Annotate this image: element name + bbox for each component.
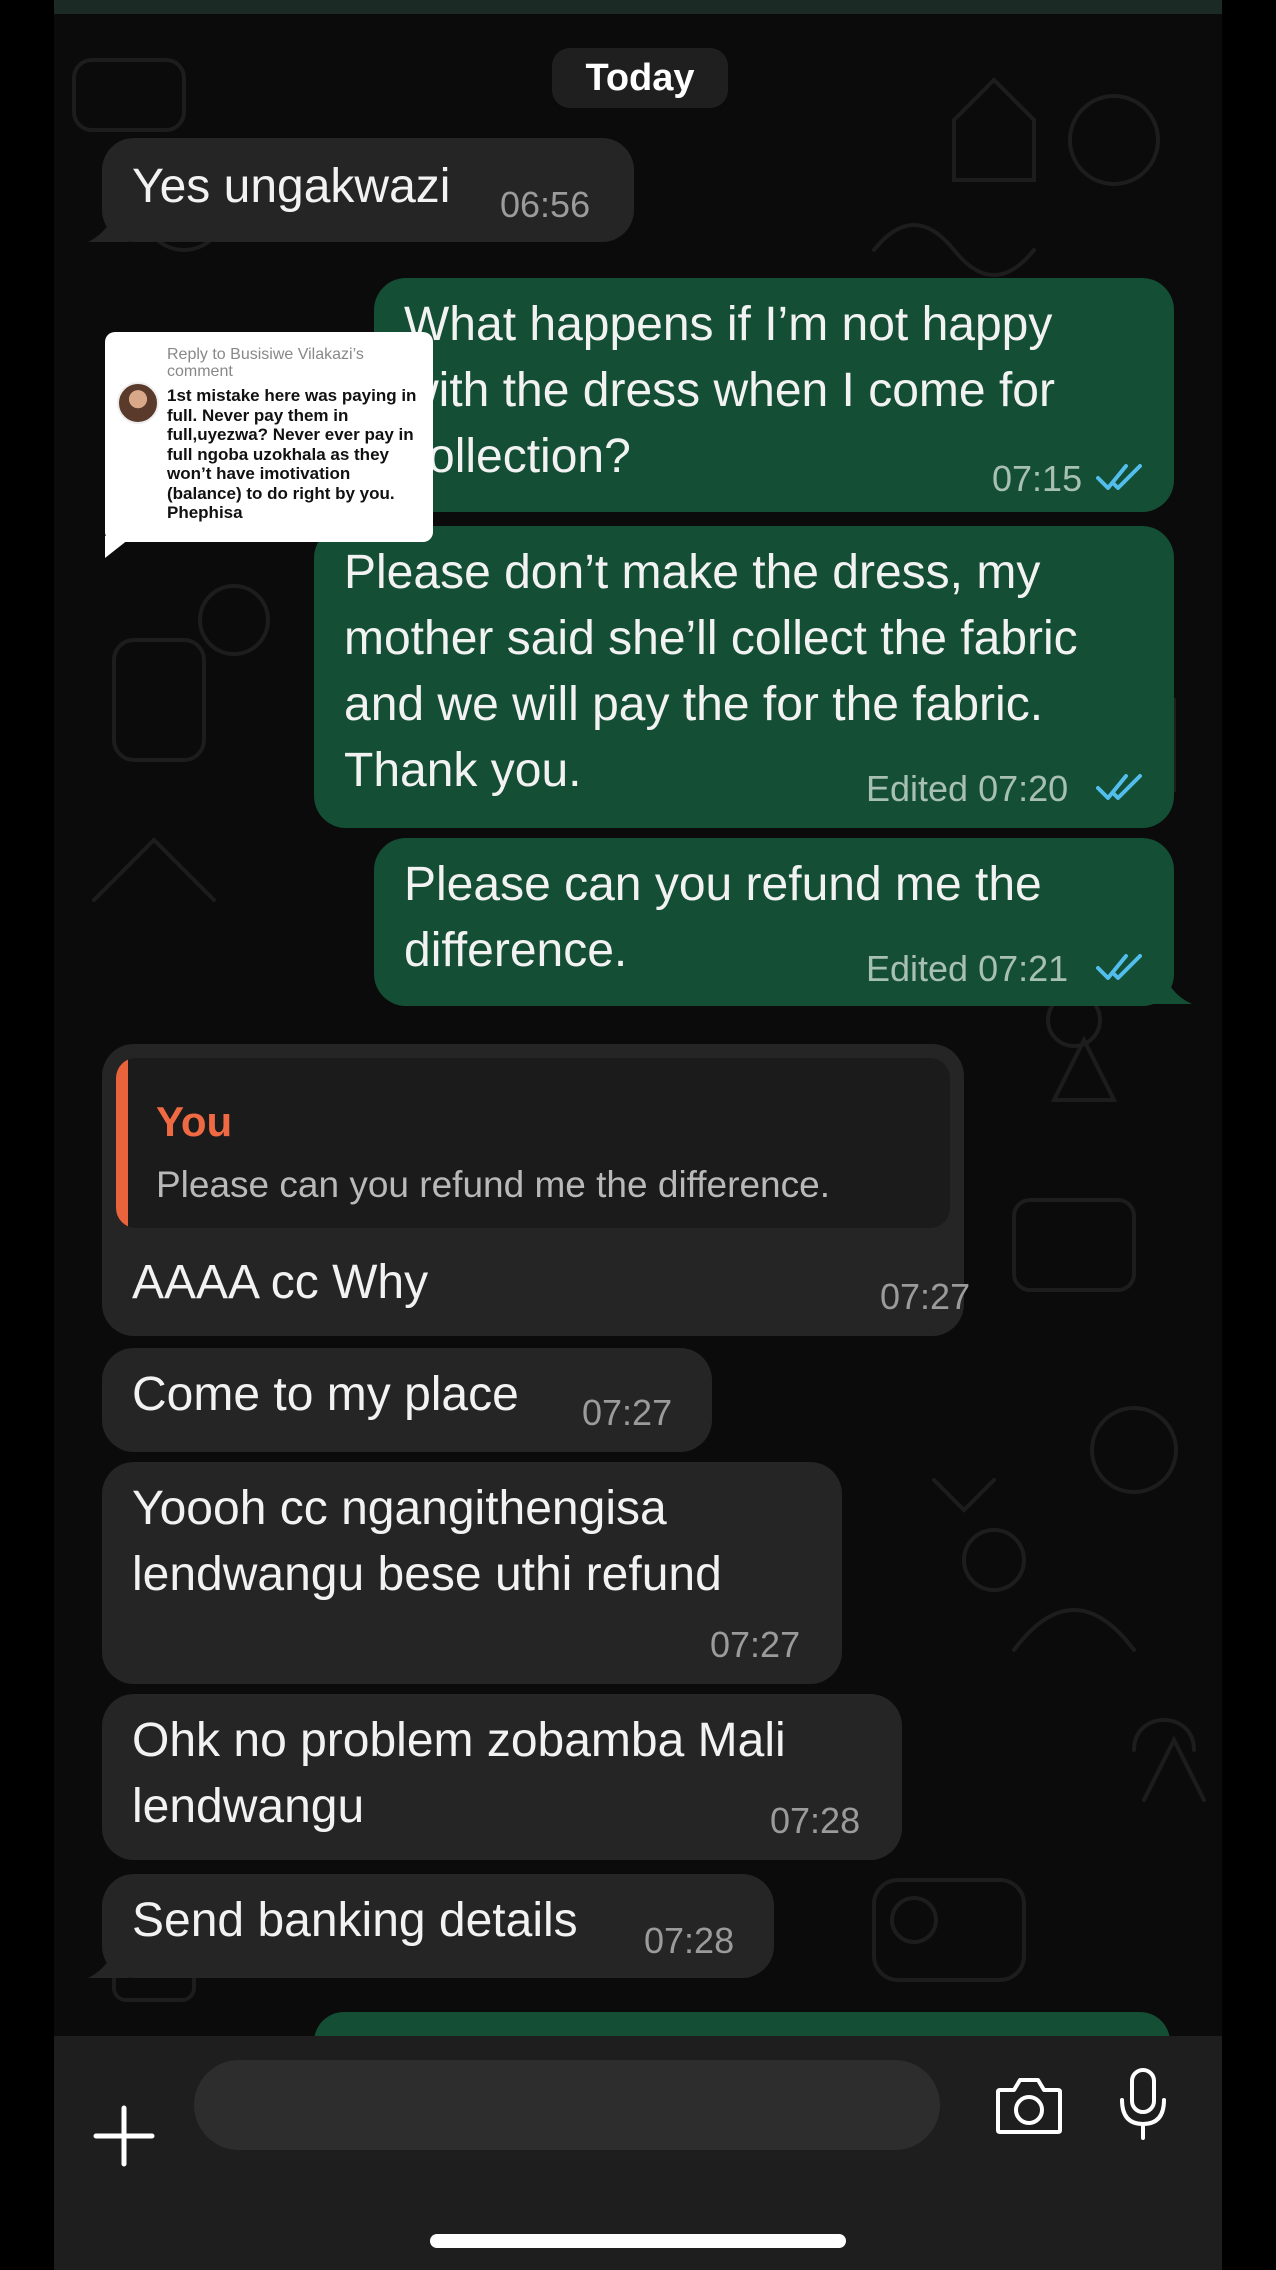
double-check-icon (1096, 954, 1142, 980)
message-time: 07:27 (880, 1276, 971, 1317)
plus-icon[interactable] (92, 2104, 156, 2168)
camera-icon[interactable] (994, 2074, 1064, 2136)
overlay-tail (105, 536, 133, 558)
date-separator: Today (552, 48, 728, 108)
message-input[interactable] (194, 2060, 940, 2150)
bubble-tail (1152, 966, 1192, 1004)
header-edge (54, 0, 1222, 14)
message-outgoing[interactable]: Please don’t make the dress, my mother s… (314, 526, 1174, 828)
message-time: 07:27 (710, 1624, 801, 1665)
bubble-tail (88, 204, 128, 242)
double-check-icon (1096, 464, 1142, 490)
message-time: 07:28 (770, 1800, 861, 1841)
reply-accent-bar (116, 1058, 128, 1228)
message-text: Come to my place (132, 1368, 519, 1421)
home-indicator[interactable] (430, 2234, 846, 2248)
message-outgoing[interactable]: What happens if I’m not happy with the d… (374, 278, 1174, 512)
message-incoming[interactable]: Come to my place 07:27 (102, 1348, 712, 1452)
message-time: Edited 07:20 (866, 768, 1069, 809)
tiktok-comment-overlay: Reply to Busisiwe Vilakazi’s comment 1st… (105, 332, 433, 542)
message-text: AAAA cc Why (132, 1256, 429, 1309)
message-text: Yoooh cc ngangithengisa lendwangu bese u… (132, 1482, 722, 1601)
message-incoming[interactable]: Yes ungakwazi 06:56 (102, 138, 634, 242)
reply-quote[interactable]: You Please can you refund me the differe… (116, 1058, 950, 1228)
double-check-icon (1096, 774, 1142, 800)
message-time: 07:28 (644, 1920, 735, 1961)
reply-author: You (156, 1098, 233, 1145)
microphone-icon[interactable] (1118, 2066, 1168, 2142)
message-text: Send banking details (132, 1894, 578, 1947)
overlay-header: Reply to Busisiwe Vilakazi’s comment (167, 346, 364, 380)
bubble-tail (88, 1940, 128, 1978)
message-text: Please don’t make the dress, my mother s… (344, 546, 1078, 797)
input-bar (54, 2036, 1222, 2270)
message-time: Edited 07:21 (866, 948, 1069, 989)
message-incoming[interactable]: Yoooh cc ngangithengisa lendwangu bese u… (102, 1462, 842, 1684)
message-text: Ohk no problem zobamba Mali lendwangu (132, 1714, 786, 1833)
message-incoming-reply[interactable]: You Please can you refund me the differe… (102, 1044, 970, 1336)
avatar (117, 382, 159, 424)
message-time: 06:56 (500, 184, 591, 225)
message-text: Yes ungakwazi (132, 160, 451, 213)
message-incoming[interactable]: Send banking details 07:28 (102, 1874, 774, 1978)
message-incoming[interactable]: Ohk no problem zobamba Mali lendwangu 07… (102, 1694, 902, 1860)
message-time: 07:27 (582, 1392, 673, 1433)
message-outgoing[interactable]: Please can you refund me the difference.… (374, 838, 1174, 1006)
overlay-comment: 1st mistake here was paying in full. Nev… (167, 386, 417, 522)
reply-text: Please can you refund me the difference. (156, 1164, 830, 1205)
message-time: 07:15 (992, 458, 1083, 499)
